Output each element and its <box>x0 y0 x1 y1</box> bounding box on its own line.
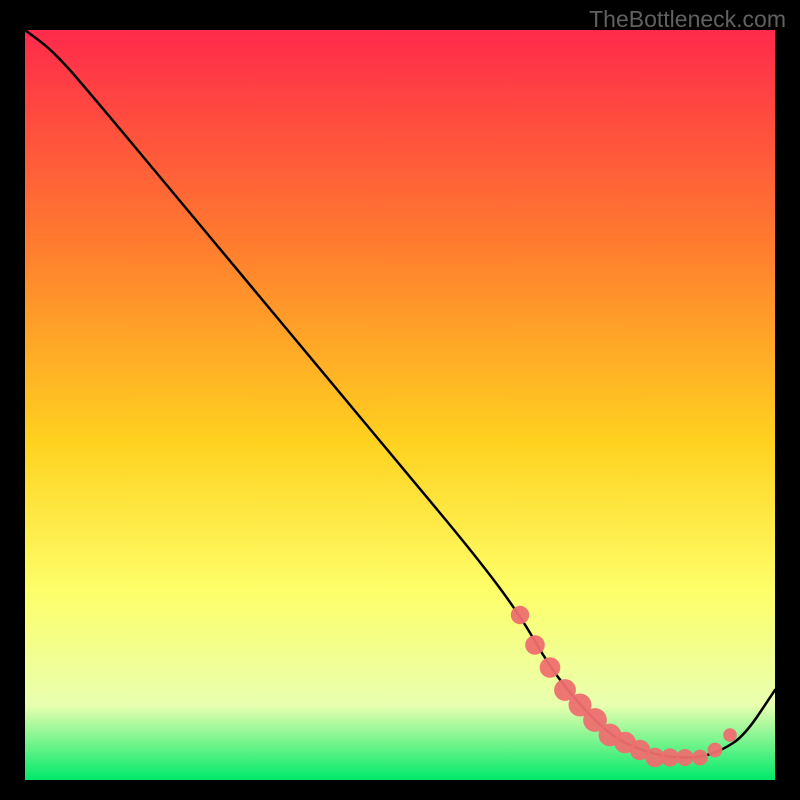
marker-dot <box>525 635 545 655</box>
marker-dot <box>708 743 723 758</box>
gradient-background <box>25 30 775 780</box>
watermark-label: TheBottleneck.com <box>589 6 786 33</box>
chart-svg <box>25 30 775 780</box>
marker-dot <box>540 657 561 678</box>
marker-dot <box>692 750 708 766</box>
plot-area <box>25 30 775 780</box>
chart-container: TheBottleneck.com <box>0 0 800 800</box>
marker-dot <box>723 728 737 742</box>
marker-dot <box>511 606 529 624</box>
marker-dot <box>677 749 694 766</box>
marker-dot <box>661 748 679 766</box>
